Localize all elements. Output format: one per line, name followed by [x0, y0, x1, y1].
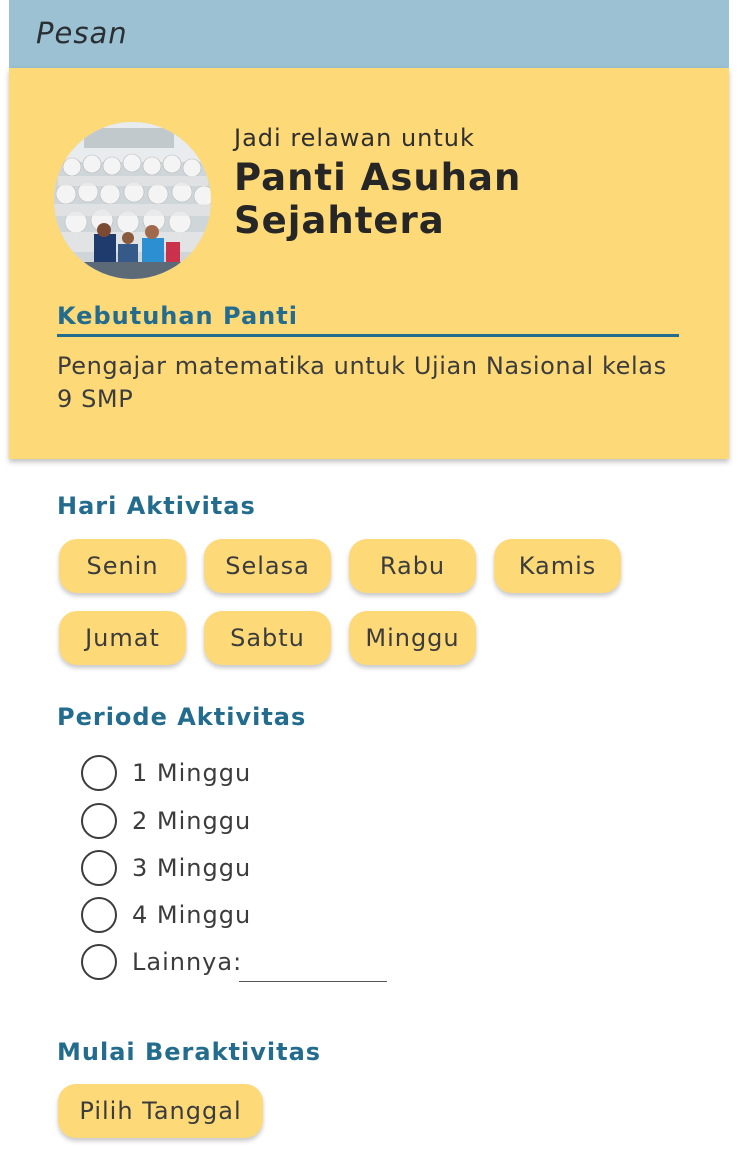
period-option-other[interactable]: Lainnya: [81, 944, 242, 980]
needs-heading: Kebutuhan Panti [57, 302, 298, 330]
pick-date-button[interactable]: Pilih Tanggal [58, 1084, 263, 1138]
period-option-3[interactable]: 3 Minggu [81, 850, 251, 886]
radio-button[interactable] [81, 803, 117, 839]
period-heading: Periode Aktivitas [57, 703, 307, 731]
group-photo-image [54, 122, 211, 279]
orphanage-photo [54, 122, 211, 279]
page-title: Pesan [36, 16, 128, 50]
radio-label: 2 Minggu [132, 807, 252, 835]
top-bar: Pesan [9, 0, 729, 68]
radio-label: 3 Minggu [132, 854, 252, 882]
needs-divider [57, 334, 679, 337]
day-chip-rabu[interactable]: Rabu [349, 539, 476, 593]
period-option-2[interactable]: 2 Minggu [81, 803, 251, 839]
period-option-1[interactable]: 1 Minggu [81, 755, 251, 791]
day-chip-selasa[interactable]: Selasa [204, 539, 331, 593]
radio-button[interactable] [81, 897, 117, 933]
day-chip-minggu[interactable]: Minggu [349, 611, 476, 665]
other-period-input[interactable] [239, 952, 387, 982]
radio-label: 1 Minggu [132, 759, 252, 787]
day-chip-senin[interactable]: Senin [59, 539, 186, 593]
volunteer-subtitle: Jadi relawan untuk [234, 124, 475, 152]
radio-label: 4 Minggu [132, 901, 252, 929]
day-chip-jumat[interactable]: Jumat [59, 611, 186, 665]
day-chip-sabtu[interactable]: Sabtu [204, 611, 331, 665]
start-heading: Mulai Beraktivitas [57, 1038, 322, 1066]
radio-button[interactable] [81, 850, 117, 886]
period-option-4[interactable]: 4 Minggu [81, 897, 251, 933]
needs-description: Pengajar matematika untuk Ujian Nasional… [57, 352, 667, 413]
orphanage-name: Panti Asuhan Sejahtera [234, 156, 522, 242]
day-chip-kamis[interactable]: Kamis [494, 539, 621, 593]
radio-button[interactable] [81, 755, 117, 791]
radio-button[interactable] [81, 944, 117, 980]
days-heading: Hari Aktivitas [57, 492, 256, 520]
radio-label: Lainnya: [132, 948, 243, 976]
orphanage-card: Jadi relawan untuk Panti Asuhan Sejahter… [9, 68, 729, 459]
